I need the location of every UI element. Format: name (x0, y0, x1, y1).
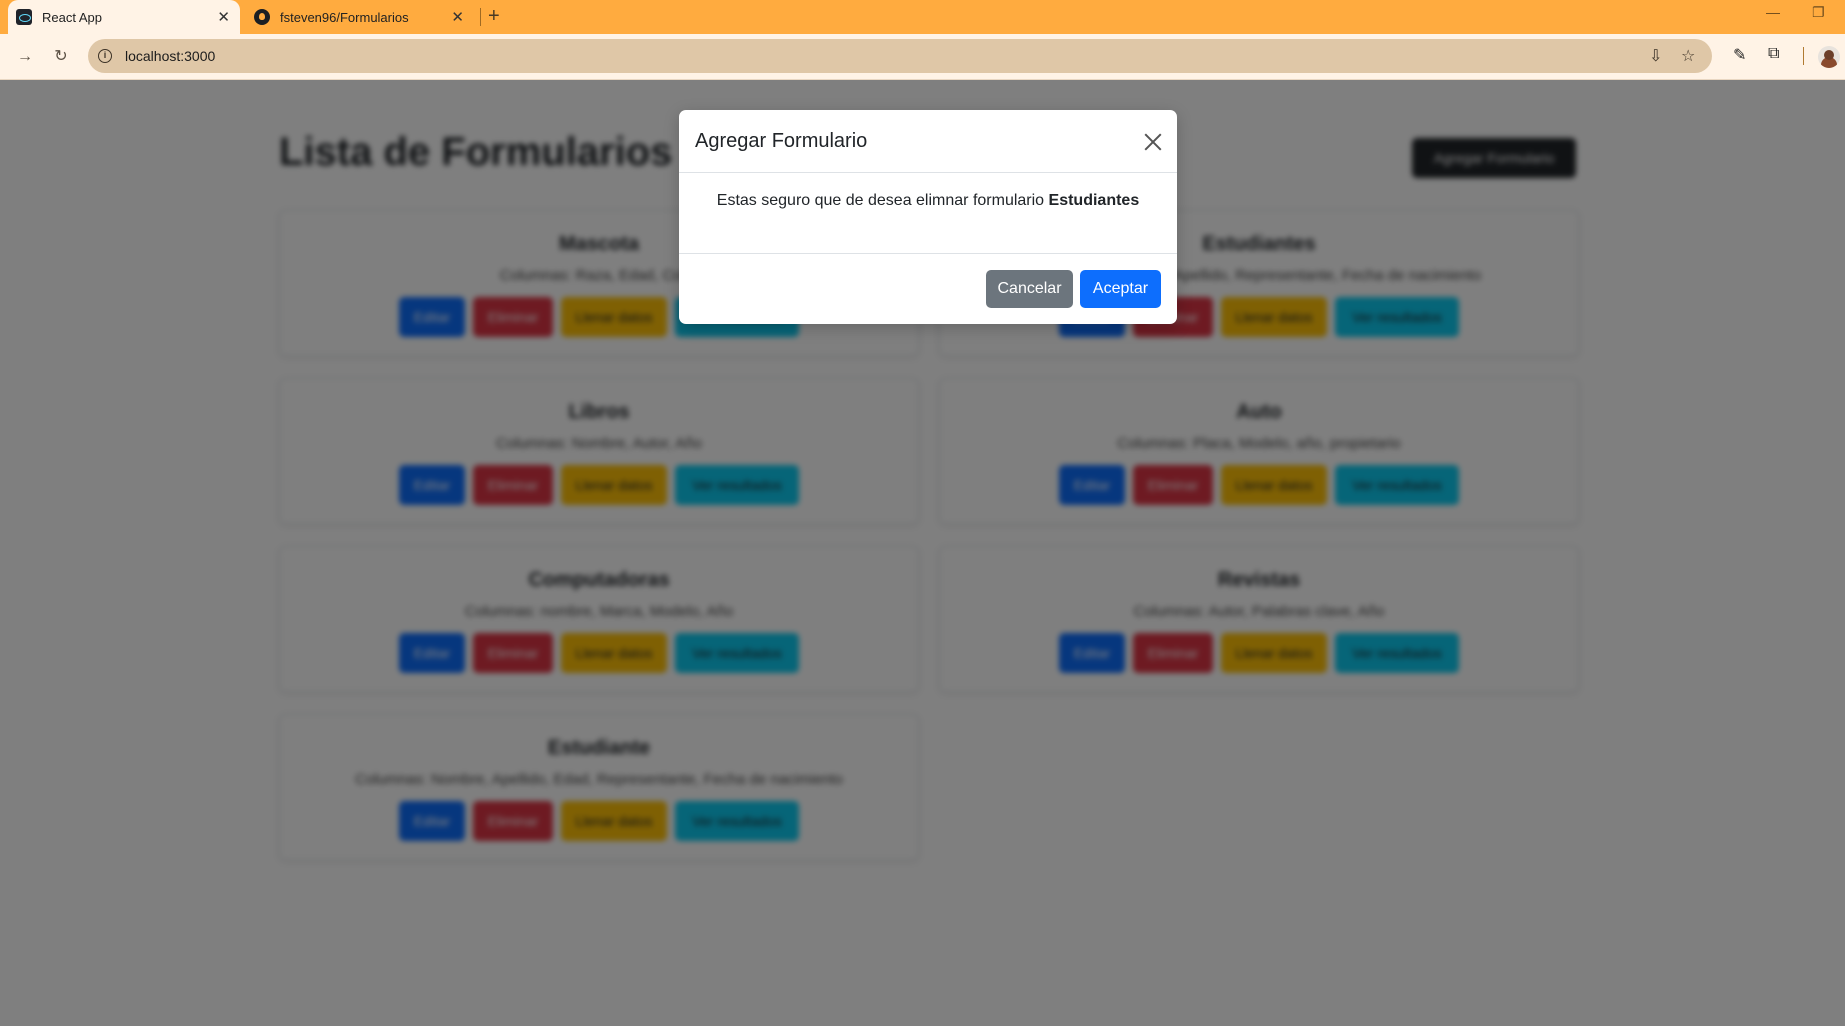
modal-message: Estas seguro que de desea elimnar formul… (679, 192, 1177, 210)
eyedropper-icon[interactable]: ✎ (1733, 45, 1746, 65)
close-tab-icon[interactable]: ✕ (217, 8, 230, 26)
minimize-icon[interactable]: — (1766, 4, 1780, 20)
page-content: Lista de Formularios Agregar Formulario … (0, 80, 1845, 1026)
modal-title: Agregar Formulario (695, 130, 868, 152)
toolbar-separator (1803, 47, 1804, 65)
omnibox[interactable]: i localhost:3000 ⇩ ☆ (88, 39, 1712, 73)
accept-button[interactable]: Aceptar (1080, 270, 1161, 308)
tab-separator (480, 8, 481, 26)
modal-body: Estas seguro que de desea elimnar formul… (679, 173, 1177, 254)
tab-github[interactable]: fsteven96/Formularios ✕ (248, 0, 474, 34)
github-icon (254, 9, 270, 25)
modal-header: Agregar Formulario (679, 110, 1177, 173)
extensions-icon[interactable]: ⧉ (1768, 45, 1779, 63)
site-info-icon[interactable]: i (98, 49, 112, 63)
close-tab-icon[interactable]: ✕ (451, 8, 464, 26)
install-app-icon[interactable]: ⇩ (1649, 46, 1662, 66)
react-icon (16, 9, 32, 25)
cancel-button[interactable]: Cancelar (986, 270, 1073, 308)
forward-icon[interactable]: → (14, 46, 36, 68)
profile-avatar[interactable] (1818, 46, 1840, 68)
tab-title: React App (42, 9, 102, 25)
form-name: Estudiantes (1048, 192, 1140, 209)
confirm-delete-modal: Agregar Formulario Estas seguro que de d… (679, 110, 1177, 324)
bookmark-star-icon[interactable]: ☆ (1681, 46, 1695, 66)
tab-strip: React App ✕ fsteven96/Formularios ✕ + — … (0, 0, 1845, 34)
new-tab-button[interactable]: + (488, 5, 500, 27)
reload-icon[interactable]: ↻ (50, 46, 72, 68)
address-bar: → ↻ i localhost:3000 ⇩ ☆ ✎ ⧉ (0, 34, 1845, 80)
tab-react-app[interactable]: React App ✕ (8, 0, 240, 34)
close-icon[interactable] (1141, 130, 1165, 154)
url-text[interactable]: localhost:3000 (125, 39, 215, 73)
restore-icon[interactable]: ❐ (1812, 4, 1825, 21)
tab-title: fsteven96/Formularios (280, 9, 409, 25)
modal-message-text: Estas seguro que de desea elimnar formul… (716, 192, 1045, 209)
